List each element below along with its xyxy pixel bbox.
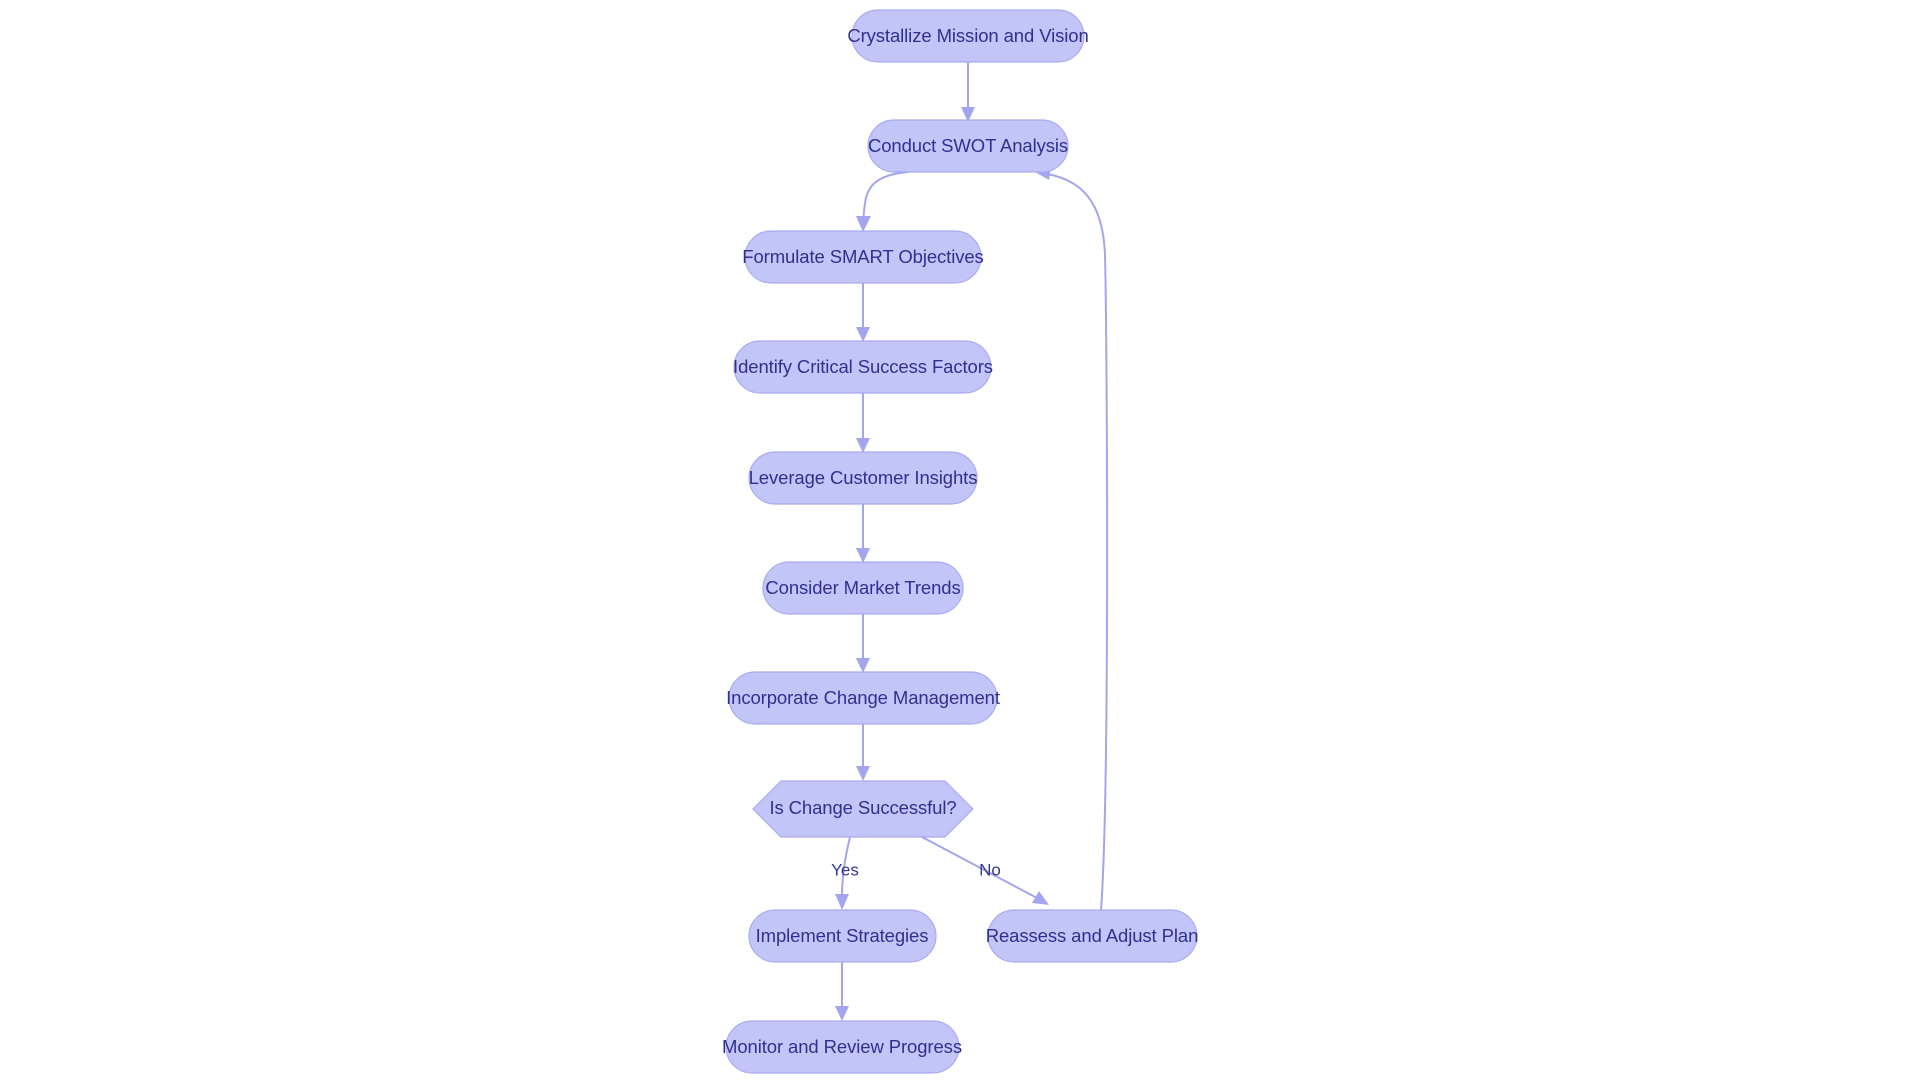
edge-change-to-decision bbox=[856, 724, 870, 781]
arrowhead-icon bbox=[856, 766, 870, 781]
arrowhead-icon bbox=[856, 438, 870, 453]
edge-decision-to-implement: Yes bbox=[831, 837, 859, 910]
node-label: Monitor and Review Progress bbox=[722, 1036, 962, 1057]
flowchart-svg: Yes No Crystalliz bbox=[0, 0, 1920, 1080]
arrowhead-icon bbox=[856, 327, 870, 342]
edge-line bbox=[863, 172, 908, 221]
edge-decision-to-reassess: No bbox=[922, 837, 1049, 905]
node-formulate-smart-objectives[interactable]: Formulate SMART Objectives bbox=[742, 231, 983, 283]
arrowhead-icon bbox=[835, 894, 849, 910]
node-implement-strategies[interactable]: Implement Strategies bbox=[749, 910, 936, 962]
edge-label-no: No bbox=[979, 860, 1001, 879]
arrowhead-icon bbox=[835, 1006, 849, 1021]
edge-implement-to-monitor bbox=[835, 962, 849, 1021]
node-conduct-swot-analysis[interactable]: Conduct SWOT Analysis bbox=[868, 120, 1068, 172]
node-monitor-and-review-progress[interactable]: Monitor and Review Progress bbox=[722, 1021, 962, 1073]
node-label: Crystallize Mission and Vision bbox=[847, 25, 1088, 46]
node-is-change-successful[interactable]: Is Change Successful? bbox=[753, 781, 973, 837]
node-label: Formulate SMART Objectives bbox=[742, 246, 983, 267]
node-label: Incorporate Change Management bbox=[726, 687, 1000, 708]
node-consider-market-trends[interactable]: Consider Market Trends bbox=[763, 562, 963, 614]
node-identify-critical-success-factors[interactable]: Identify Critical Success Factors bbox=[733, 341, 993, 393]
edge-reassess-to-swot bbox=[1035, 165, 1107, 910]
node-label: Reassess and Adjust Plan bbox=[986, 925, 1199, 946]
arrowhead-icon bbox=[1032, 891, 1049, 905]
node-leverage-customer-insights[interactable]: Leverage Customer Insights bbox=[749, 452, 978, 504]
edge-csf-to-insights bbox=[856, 393, 870, 453]
edge-swot-to-smart bbox=[856, 172, 908, 232]
node-label: Is Change Successful? bbox=[769, 797, 956, 818]
node-label: Implement Strategies bbox=[756, 925, 929, 946]
edge-label-yes: Yes bbox=[831, 860, 859, 879]
flowchart-canvas: Yes No Crystalliz bbox=[0, 0, 1920, 1080]
arrowhead-icon bbox=[856, 658, 870, 673]
node-label: Identify Critical Success Factors bbox=[733, 356, 993, 377]
edge-insights-to-trends bbox=[856, 504, 870, 563]
node-reassess-and-adjust-plan[interactable]: Reassess and Adjust Plan bbox=[986, 910, 1199, 962]
edge-trends-to-change bbox=[856, 614, 870, 673]
node-crystallize-mission-and-vision[interactable]: Crystallize Mission and Vision bbox=[847, 10, 1088, 62]
arrowhead-icon bbox=[856, 548, 870, 563]
node-layer: Crystallize Mission and Vision Conduct S… bbox=[722, 10, 1198, 1073]
node-label: Leverage Customer Insights bbox=[749, 467, 978, 488]
arrowhead-icon bbox=[856, 216, 871, 232]
edge-line bbox=[1047, 174, 1107, 910]
edge-layer: Yes No bbox=[831, 62, 1107, 1021]
node-incorporate-change-management[interactable]: Incorporate Change Management bbox=[726, 672, 1000, 724]
edge-mission-to-swot bbox=[961, 62, 975, 122]
node-label: Conduct SWOT Analysis bbox=[868, 135, 1068, 156]
edge-smart-to-csf bbox=[856, 283, 870, 342]
node-label: Consider Market Trends bbox=[765, 577, 960, 598]
